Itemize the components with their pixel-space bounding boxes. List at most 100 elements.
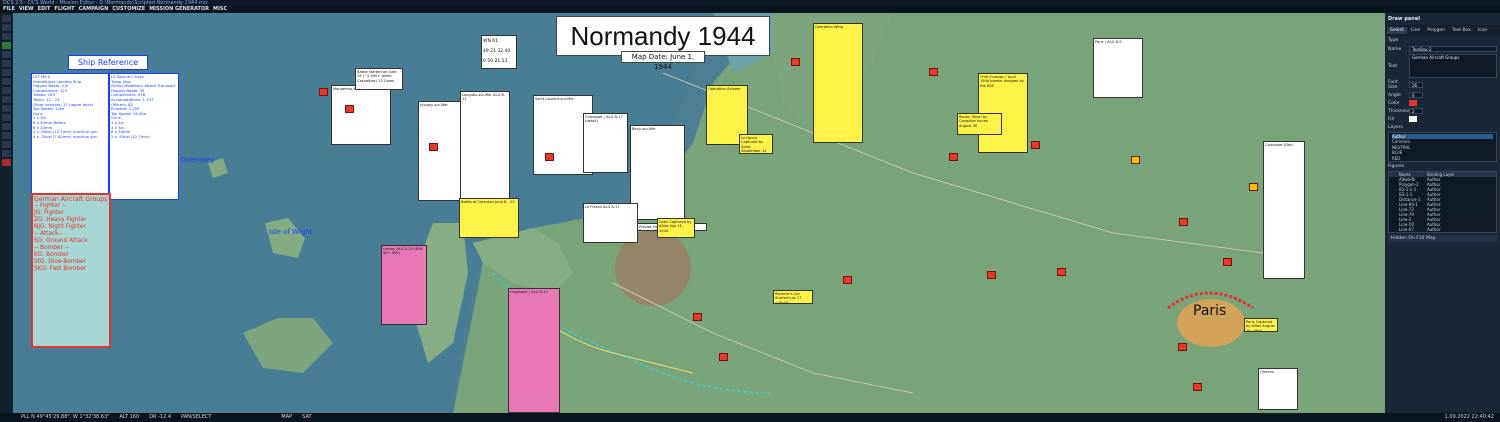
note-longues[interactable]: Longues-sur-Mer ALG B-11 [460, 91, 510, 201]
ship-reference-lst[interactable]: LST MK II Amphibious Landing Ship Higgin… [31, 73, 109, 200]
airfield-marker[interactable] [1223, 258, 1232, 266]
tool-ruler-icon[interactable] [2, 123, 11, 130]
ag-line-5: SG: Ground Attack [34, 238, 88, 244]
menu-bar: FILE VIEW EDIT FLIGHT CAMPAIGN CUSTOMIZE… [0, 6, 1500, 13]
sat-mode-button[interactable]: SAT [302, 413, 311, 422]
airfield-marker[interactable] [1179, 218, 1188, 226]
thickness-label: Thickness [1388, 108, 1411, 114]
menu-flight[interactable]: FLIGHT [54, 6, 74, 13]
menu-misc[interactable]: MISC [213, 6, 227, 13]
note-lessay[interactable]: Lessay ALG A-20 (B26 90+ 400) [381, 245, 427, 325]
layer-item[interactable]: RED [1392, 156, 1493, 161]
tool-delete-icon[interactable] [2, 159, 11, 166]
note-orleans[interactable]: Orleans [1258, 368, 1298, 410]
airfield-marker[interactable] [1178, 343, 1187, 351]
note-carpiquet-detail[interactable]: Carpiquet | ALG B-17 (detail) [583, 113, 628, 173]
menu-customize[interactable]: CUSTOMIZE [112, 6, 145, 13]
tool-briefing-icon[interactable] [2, 33, 11, 40]
tool-select-icon[interactable] [2, 15, 11, 22]
note-paris-captured[interactable]: Paris Captured by Allies August 25, 1944 [1244, 318, 1278, 332]
wn61-box: WN 61 49 21 32.40 0 50 21.13 [481, 35, 517, 69]
tool-failures-icon[interactable] [2, 150, 11, 157]
airfield-marker[interactable] [719, 353, 728, 361]
map-canvas[interactable]: Normandy 1944 Map Date: June 1, 1944 WN … [13, 13, 1385, 413]
airfield-marker[interactable] [545, 153, 554, 161]
airfield-marker[interactable] [429, 143, 438, 151]
airfield-marker[interactable] [1057, 268, 1066, 276]
draw-panel-tabs: Select Line Polygon Text Box Icon [1385, 25, 1500, 36]
ag-line-6: -- Bomber -- [34, 245, 69, 251]
font-size-field[interactable]: 26 [1409, 82, 1423, 88]
tool-triggers-icon[interactable] [2, 42, 11, 49]
note-rouen-taken[interactable]: Rouen Taken by Canadian forces August 30 [957, 113, 1002, 135]
tool-template-icon[interactable] [2, 105, 11, 112]
note-le-fresnil[interactable]: Le Fresnil ALG A-17 [583, 203, 638, 243]
menu-mission-generator[interactable]: MISSION GENERATOR [149, 6, 209, 13]
fill-swatch[interactable] [1409, 116, 1417, 122]
german-aircraft-groups[interactable]: German Aircraft Groups -- Fighter -- JG:… [31, 193, 111, 348]
airfield-marker[interactable] [929, 68, 938, 76]
terrain-layer [13, 13, 1385, 413]
tool-weather-icon[interactable] [2, 132, 11, 139]
tool-resource-icon[interactable] [2, 141, 11, 148]
airfield-marker[interactable] [1249, 183, 1258, 191]
map-title: Normandy 1944 [556, 16, 770, 56]
tool-plane-icon[interactable] [2, 60, 11, 67]
note-le-havre-captured[interactable]: Le Havre Captured by Allies September 12 [739, 134, 773, 154]
tool-options-icon[interactable] [2, 24, 11, 31]
status-alt: ALT 160 [119, 414, 140, 420]
note-juvigny[interactable]: Juvigny-sur-Mer [418, 101, 462, 201]
note-carpiquet[interactable]: Carpiquet | ALG B-17 [508, 288, 560, 413]
note-carpiquet-dec[interactable]: Carpiquet (Dec) [1263, 141, 1305, 279]
name-field[interactable]: TextBox-2 [1409, 46, 1497, 52]
note-rommel-car[interactable]: Rommel's Car Strafed July 17 ~19:00 [773, 290, 813, 304]
tab-icon[interactable]: Icon [1475, 27, 1490, 34]
airfield-marker[interactable] [693, 313, 702, 321]
tab-text-box[interactable]: Text Box [1449, 27, 1474, 34]
note-paris-alg[interactable]: Paris | ALG B-9 [1093, 38, 1143, 98]
tool-helicopter-icon[interactable] [2, 69, 11, 76]
tool-zone-icon[interactable] [2, 51, 11, 58]
menu-view[interactable]: VIEW [19, 6, 34, 13]
color-label: Color [1388, 100, 1400, 106]
angle-field[interactable]: 0 [1409, 92, 1423, 98]
menu-campaign[interactable]: CAMPAIGN [79, 6, 109, 13]
tab-select[interactable]: Select [1387, 27, 1407, 34]
tool-ship-icon[interactable] [2, 78, 11, 85]
airfield-marker[interactable] [949, 153, 958, 161]
tool-static-icon[interactable] [2, 96, 11, 103]
note-maupertus[interactable]: Maupertus ALG A-15 [331, 85, 391, 145]
color-swatch[interactable] [1409, 100, 1417, 106]
color-row: Color [1385, 99, 1500, 107]
name-label: Name [1388, 46, 1402, 52]
tool-draw-icon[interactable] [2, 114, 11, 121]
tab-line[interactable]: Line [1408, 27, 1423, 34]
airfield-marker[interactable] [987, 271, 996, 279]
airfield-marker[interactable] [1193, 383, 1202, 391]
note-battle-of-carentan[interactable]: Battle of Carentan June 6 - 13 [459, 198, 519, 238]
tab-polygon[interactable]: Polygon [1424, 27, 1448, 34]
airfield-marker[interactable] [791, 58, 800, 66]
note-battle-started[interactable]: Battle started on June 15 (~2,000+ Allie… [355, 68, 403, 90]
airfield-marker[interactable] [843, 276, 852, 284]
menu-edit[interactable]: EDIT [38, 6, 51, 13]
wn61-title: WN 61 [483, 39, 498, 44]
note-caen-captured[interactable]: Caen Captured by Allies July 11, 1944 [657, 218, 695, 238]
airfield-marker[interactable] [1131, 156, 1140, 164]
text-field[interactable]: German Aircraft Groups [1409, 54, 1497, 78]
hidden-on-f10-toggle[interactable]: Hidden On F10 Map [1388, 235, 1497, 242]
ship-reference-chase[interactable]: LS Samuel Chase Troop Ship Arthur Middle… [109, 73, 179, 200]
note-operation-wing[interactable]: Operation Wing [813, 23, 863, 143]
thickness-field[interactable]: 2 [1409, 108, 1423, 114]
airfield-marker[interactable] [319, 88, 328, 96]
ship-reference-title[interactable]: Ship Reference [68, 55, 148, 70]
figure-row[interactable]: Line-67 Author [1389, 227, 1496, 232]
airfield-marker[interactable] [345, 105, 354, 113]
map-mode-button[interactable]: MAP [281, 413, 292, 422]
airfield-marker[interactable] [1031, 141, 1040, 149]
fill-row: Fill [1385, 115, 1500, 123]
menu-file[interactable]: FILE [3, 6, 15, 13]
aircraft-groups-title: German Aircraft Groups [34, 196, 108, 203]
note-beny[interactable]: Beny-sur-Mer [630, 125, 685, 220]
tool-vehicle-icon[interactable] [2, 87, 11, 94]
